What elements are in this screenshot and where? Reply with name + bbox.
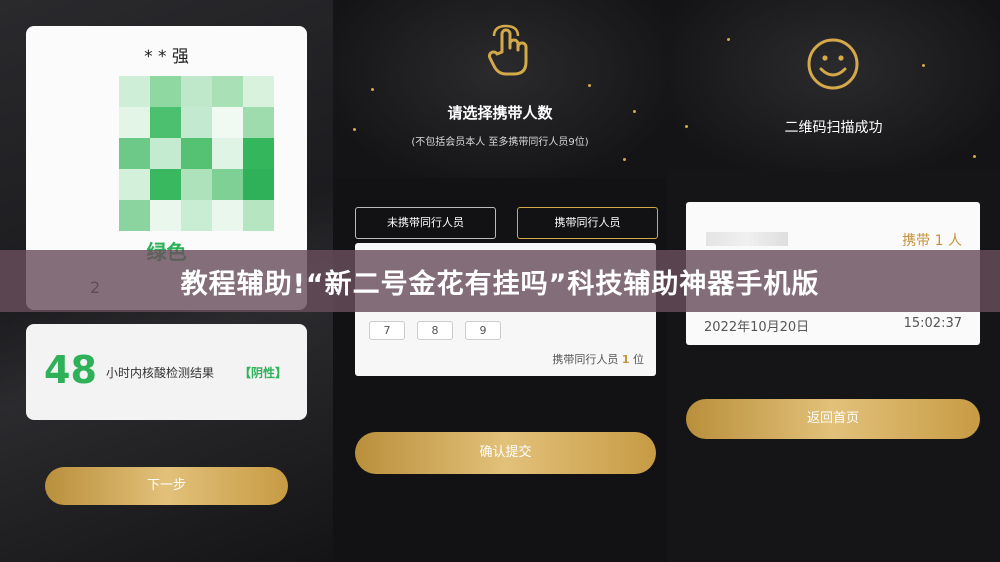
result-hours: 48 bbox=[44, 348, 97, 392]
option-no-companion[interactable]: 未携带同行人员 bbox=[355, 207, 496, 239]
star-decoration bbox=[623, 158, 626, 161]
return-home-button[interactable]: 返回首页 bbox=[686, 399, 980, 439]
carry-count-label: 携带 1 人 bbox=[902, 233, 962, 249]
star-decoration bbox=[727, 38, 730, 41]
blurred-name bbox=[706, 232, 788, 246]
companion-count-suffix: 位 bbox=[633, 353, 644, 366]
confirm-submit-button[interactable]: 确认提交 bbox=[355, 432, 656, 474]
select-subheading: (不包括会员本人 至多携带同行人员9位) bbox=[411, 137, 589, 148]
keypad-key-8[interactable]: 8 bbox=[417, 321, 453, 340]
qr-code bbox=[119, 76, 274, 231]
banner-title: 教程辅助!“新二号金花有挂吗”科技辅助神器手机版 bbox=[180, 268, 820, 300]
title-banner: 教程辅助!“新二号金花有挂吗”科技辅助神器手机版 bbox=[0, 250, 1000, 312]
star-decoration bbox=[973, 155, 976, 158]
companion-count: 携带同行人员 1 位 bbox=[552, 351, 644, 367]
star-decoration bbox=[922, 64, 925, 67]
scan-date: 2022年10月20日 bbox=[704, 320, 810, 335]
select-heading: 请选择携带人数 bbox=[447, 104, 553, 122]
next-button[interactable]: 下一步 bbox=[45, 467, 288, 505]
companion-count-value: 1 bbox=[621, 353, 630, 366]
smiley-icon bbox=[807, 38, 859, 90]
result-badge: 【阴性】 bbox=[239, 366, 288, 380]
option-with-companion[interactable]: 携带同行人员 bbox=[517, 207, 658, 239]
scan-time: 15:02:37 bbox=[903, 316, 962, 331]
scan-success-heading: 二维码扫描成功 bbox=[784, 120, 883, 136]
hand-pointer-icon bbox=[488, 24, 528, 76]
star-decoration bbox=[588, 84, 591, 87]
test-result-card: 48 小时内核酸检测结果 【阴性】 bbox=[26, 324, 307, 420]
keypad-key-7[interactable]: 7 bbox=[369, 321, 405, 340]
star-decoration bbox=[353, 128, 356, 131]
companion-count-prefix: 携带同行人员 bbox=[552, 353, 619, 366]
result-text: 小时内核酸检测结果 bbox=[106, 366, 215, 380]
star-decoration bbox=[371, 88, 374, 91]
keypad-key-9[interactable]: 9 bbox=[465, 321, 501, 340]
user-name: * * 强 bbox=[144, 47, 189, 67]
